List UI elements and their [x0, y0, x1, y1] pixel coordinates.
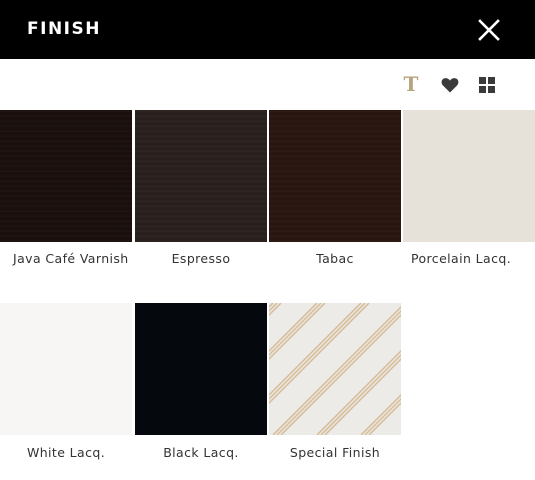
finish-label: Black Lacq. [163, 445, 239, 460]
favorites-button[interactable] [440, 75, 460, 95]
finish-label: Java Café Varnish [13, 251, 129, 266]
header-bar: FINISH [0, 0, 535, 59]
text-icon: T [403, 72, 419, 96]
grid-icon [479, 77, 495, 93]
finish-label: Espresso [171, 251, 231, 266]
finish-label: Special Finish [289, 445, 381, 460]
finish-label: White Lacq. [26, 445, 106, 460]
finish-swatch-porcelain-lacq[interactable] [403, 110, 535, 242]
finish-label: Tabac [316, 251, 354, 266]
finish-swatch-black-lacq[interactable] [135, 303, 267, 435]
finish-swatch-java-cafe-varnish[interactable] [0, 110, 132, 242]
striped-pattern [269, 303, 401, 435]
finish-swatch-tabac[interactable] [269, 110, 401, 242]
finish-swatch-white-lacq[interactable] [0, 303, 132, 435]
close-button[interactable] [475, 16, 503, 44]
finish-swatch-special-finish[interactable] [269, 303, 401, 435]
page-title: FINISH [27, 19, 101, 39]
toolbar: T [0, 59, 535, 109]
heart-icon [441, 78, 459, 93]
close-icon [478, 19, 500, 41]
finish-label: Porcelain Lacq. [411, 251, 512, 266]
finish-swatch-espresso[interactable] [135, 110, 267, 242]
text-view-button[interactable]: T [401, 74, 421, 94]
grid-view-button[interactable] [477, 75, 497, 95]
